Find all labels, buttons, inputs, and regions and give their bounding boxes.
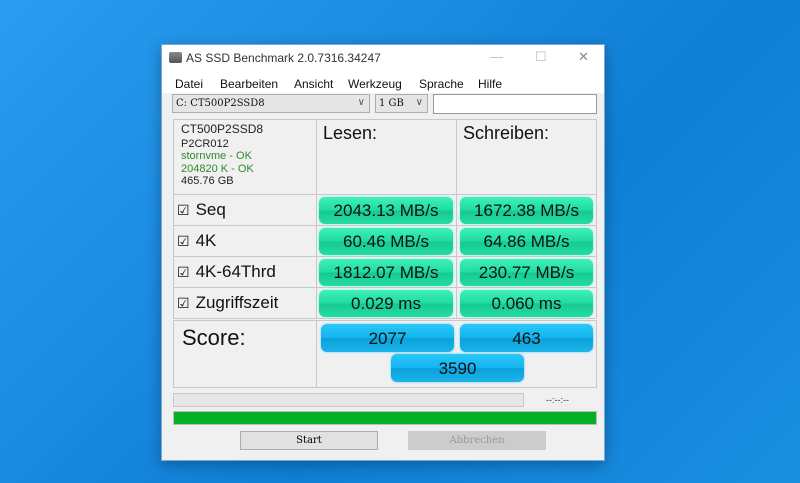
size-select[interactable]: 1 GB ∨ <box>375 94 428 113</box>
menu-bar: Datei Bearbeiten Ansicht Werkzeug Sprach… <box>162 71 604 93</box>
menu-datei[interactable]: Datei <box>175 77 203 91</box>
test-progress-bar <box>173 393 524 407</box>
chevron-down-icon: ∨ <box>357 97 365 108</box>
size-select-value: 1 GB <box>379 98 404 109</box>
drive-select[interactable]: C: CT500P2SSD8 ∨ <box>172 94 370 113</box>
write-header: Schreiben: <box>463 123 550 143</box>
start-button[interactable]: Start <box>240 431 378 450</box>
write-result: 1672.38 MB/s <box>460 197 593 224</box>
drive-info: CT500P2SSD8 P2CR012 stornvme - OK 204820… <box>181 123 263 188</box>
drive-select-value: C: CT500P2SSD8 <box>176 98 265 109</box>
overall-progress-bar <box>173 411 597 425</box>
drive-firmware: P2CR012 <box>181 137 229 150</box>
read-result: 2043.13 MB/s <box>319 197 453 224</box>
cancel-button[interactable]: Abbrechen <box>408 431 546 450</box>
checkbox[interactable]: ☑ <box>177 295 190 311</box>
text-field[interactable] <box>433 94 597 114</box>
read-header: Lesen: <box>323 123 378 143</box>
score-label: Score: <box>182 325 246 350</box>
test-label: Seq <box>195 200 226 219</box>
score-total: 3590 <box>391 354 524 382</box>
checkbox[interactable]: ☑ <box>177 264 190 280</box>
app-disk-icon <box>169 52 182 63</box>
test-row-3[interactable]: ☑ Zugriffszeit <box>177 293 278 313</box>
checkbox[interactable]: ☑ <box>177 202 190 218</box>
test-label: 4K <box>195 231 217 250</box>
test-label: 4K-64Thrd <box>195 262 276 281</box>
title-bar: AS SSD Benchmark 2.0.7316.34247 — ☐ ✕ <box>162 45 604 71</box>
alignment-status: 204820 K - OK <box>181 162 254 175</box>
read-result: 60.46 MB/s <box>319 228 453 255</box>
score-write: 463 <box>460 324 593 352</box>
drive-model: CT500P2SSD8 <box>181 122 264 136</box>
read-result: 1812.07 MB/s <box>319 259 453 286</box>
driver-status: stornvme - OK <box>181 150 252 162</box>
chevron-down-icon: ∨ <box>415 97 423 108</box>
write-result: 0.060 ms <box>460 290 593 317</box>
test-label: Zugriffszeit <box>195 293 279 312</box>
elapsed-time: --:--:-- <box>546 395 569 405</box>
test-row-1[interactable]: ☑ 4K <box>177 231 216 251</box>
checkbox[interactable]: ☑ <box>177 233 190 249</box>
score-read: 2077 <box>321 324 454 352</box>
write-result: 230.77 MB/s <box>460 259 593 286</box>
as-ssd-window: AS SSD Benchmark 2.0.7316.34247 — ☐ ✕ Da… <box>161 44 605 461</box>
menu-bearbeiten[interactable]: Bearbeiten <box>220 77 278 91</box>
menu-ansicht[interactable]: Ansicht <box>294 77 333 91</box>
menu-sprache[interactable]: Sprache <box>419 77 464 91</box>
read-result: 0.029 ms <box>319 290 453 317</box>
maximize-button[interactable]: ☐ <box>535 49 547 65</box>
close-button[interactable]: ✕ <box>578 49 589 65</box>
menu-werkzeug[interactable]: Werkzeug <box>348 77 402 91</box>
window-title: AS SSD Benchmark 2.0.7316.34247 <box>186 51 381 65</box>
write-result: 64.86 MB/s <box>460 228 593 255</box>
drive-capacity: 465.76 GB <box>181 175 234 187</box>
minimize-button[interactable]: — <box>490 49 503 64</box>
test-row-2[interactable]: ☑ 4K-64Thrd <box>177 262 276 282</box>
menu-hilfe[interactable]: Hilfe <box>478 77 502 91</box>
test-row-0[interactable]: ☑ Seq <box>177 200 226 220</box>
